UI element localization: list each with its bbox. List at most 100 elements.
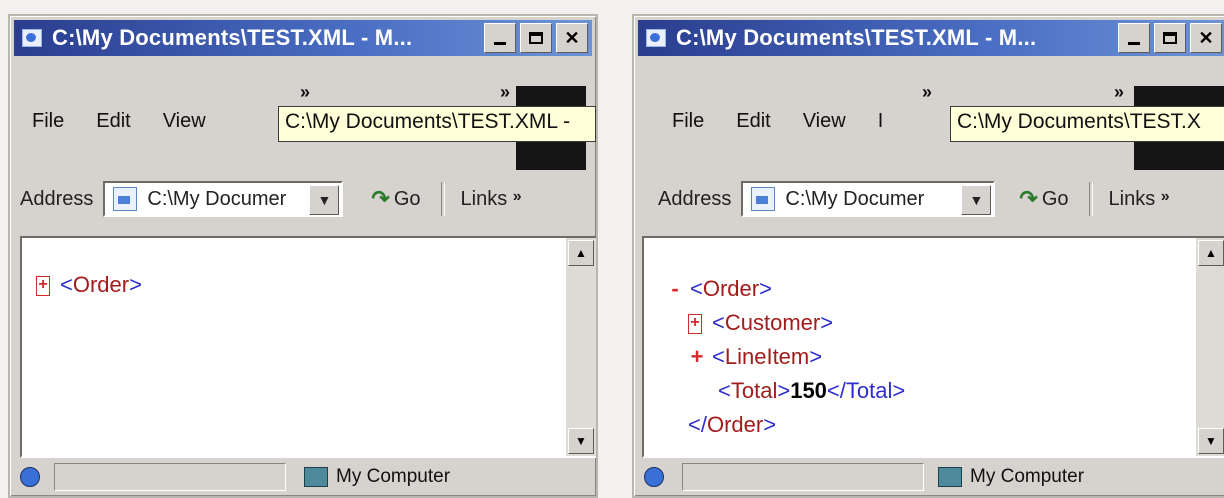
address-value: C:\My Documer: [147, 187, 287, 210]
xml-bracket: </: [688, 412, 707, 437]
menu-file[interactable]: File: [668, 108, 708, 135]
maximize-button[interactable]: [1154, 23, 1186, 53]
xml-row: <Total>150</Total>: [666, 374, 905, 408]
page-icon: [751, 187, 776, 211]
xml-tree: - <Order> + <Customer> + <LineItem> <Total>…: [666, 272, 905, 442]
page-status-icon: [644, 467, 664, 487]
xml-bracket: >: [809, 344, 823, 369]
menu-chevron[interactable]: »: [922, 82, 932, 103]
zone-indicator: My Computer: [304, 466, 450, 488]
xml-row: + <Order>: [36, 268, 142, 302]
toolbar-chevron[interactable]: »: [500, 82, 510, 103]
links-chevron-icon: »: [512, 187, 522, 205]
xml-row: - <Order>: [666, 272, 905, 306]
close-button[interactable]: ✕: [1190, 23, 1222, 53]
xml-content-pane: + <Order> ▲ ▼: [20, 236, 596, 458]
minimize-button[interactable]: [484, 23, 516, 53]
go-label: Go: [1041, 187, 1069, 210]
scroll-down-button[interactable]: ▼: [1198, 428, 1224, 454]
address-label: Address: [20, 187, 94, 210]
maximize-button[interactable]: [520, 23, 552, 53]
address-input[interactable]: C:\My Documer ▼: [103, 181, 344, 217]
address-label: Address: [658, 187, 732, 210]
page-status-icon: [20, 467, 40, 487]
expand-toggle[interactable]: +: [36, 276, 50, 297]
address-bar: Address C:\My Documer ▼ ↷ Go Links »: [658, 176, 1224, 222]
maximize-icon: [1163, 32, 1177, 44]
computer-icon: [938, 467, 962, 487]
xml-tag: Order: [72, 272, 130, 297]
close-button[interactable]: ✕: [556, 23, 588, 53]
go-arrow-icon: ↷: [1019, 186, 1038, 211]
address-dropdown-button[interactable]: ▼: [309, 185, 340, 215]
go-arrow-icon: ↷: [371, 186, 390, 211]
address-input[interactable]: C:\My Documer ▼: [741, 181, 996, 217]
xml-bracket: <: [718, 378, 731, 403]
address-tooltip: C:\My Documents\TEST.X: [950, 106, 1224, 142]
maximize-icon: [529, 32, 543, 44]
xml-value: 150: [790, 378, 827, 403]
arrow-up-icon: ▲: [575, 246, 587, 260]
scroll-up-button[interactable]: ▲: [1198, 240, 1224, 266]
xml-bracket: >: [759, 276, 772, 301]
links-button[interactable]: Links »: [1109, 188, 1170, 211]
page-icon: [113, 187, 138, 211]
xml-content-pane: - <Order> + <Customer> + <LineItem> <Total>…: [642, 236, 1224, 458]
title-bar[interactable]: C:\My Documents\TEST.XML - M... ✕: [638, 20, 1224, 56]
title-bar[interactable]: C:\My Documents\TEST.XML - M... ✕: [14, 20, 592, 56]
xml-tree: + <Order>: [36, 268, 142, 302]
xml-tag: Order: [702, 276, 760, 301]
links-button[interactable]: Links »: [461, 188, 522, 211]
browser-window-left: C:\My Documents\TEST.XML - M... ✕ File E…: [8, 14, 598, 498]
xml-tag: Total: [730, 378, 778, 403]
menu-separator-mark: I: [877, 109, 884, 132]
close-icon: ✕: [1198, 28, 1214, 48]
xml-closing-tag: </Total>: [826, 378, 906, 403]
address-dropdown-button[interactable]: ▼: [961, 185, 992, 215]
expand-toggle[interactable]: +: [688, 314, 702, 335]
xml-bracket: <: [712, 310, 725, 335]
zone-label: My Computer: [970, 466, 1085, 487]
arrow-down-icon: ▼: [575, 434, 587, 448]
arrow-down-icon: ▼: [1205, 434, 1217, 448]
menu-view[interactable]: View: [799, 108, 850, 135]
address-value: C:\My Documer: [785, 187, 925, 210]
status-pane: [54, 463, 286, 491]
xml-bracket: <: [712, 344, 725, 369]
go-button[interactable]: ↷ Go: [1019, 186, 1068, 212]
collapse-toggle[interactable]: -: [666, 272, 684, 306]
expand-toggle[interactable]: +: [688, 340, 706, 374]
menu-file[interactable]: File: [28, 108, 68, 135]
chevron-down-icon: ▼: [317, 192, 332, 208]
menu-chevron[interactable]: »: [300, 82, 310, 103]
links-label: Links: [460, 187, 508, 210]
minimize-icon: [494, 41, 506, 45]
vertical-scrollbar[interactable]: ▲ ▼: [1196, 238, 1224, 456]
xml-bracket: >: [763, 412, 777, 437]
chevron-down-icon: ▼: [969, 192, 984, 208]
scroll-up-button[interactable]: ▲: [568, 240, 594, 266]
xml-tag: LineItem: [724, 344, 810, 369]
vertical-scrollbar[interactable]: ▲ ▼: [566, 238, 596, 456]
links-label: Links: [1108, 187, 1156, 210]
window-title: C:\My Documents\TEST.XML - M...: [52, 25, 413, 50]
toolbar-divider: [440, 182, 445, 216]
menu-view[interactable]: View: [159, 108, 210, 135]
window-controls: ✕: [1118, 23, 1222, 53]
arrow-up-icon: ▲: [1205, 246, 1217, 260]
xml-bracket: <: [60, 272, 73, 297]
address-bar: Address C:\My Documer ▼ ↷ Go Links »: [20, 176, 596, 222]
address-tooltip: C:\My Documents\TEST.XML -: [278, 106, 596, 142]
minimize-button[interactable]: [1118, 23, 1150, 53]
menu-edit[interactable]: Edit: [732, 108, 774, 135]
xml-bracket: >: [777, 378, 791, 403]
scroll-down-button[interactable]: ▼: [568, 428, 594, 454]
computer-icon: [304, 467, 328, 487]
xml-row: + <LineItem>: [666, 340, 905, 374]
toolbar-chevron[interactable]: »: [1114, 82, 1124, 103]
menu-edit[interactable]: Edit: [92, 108, 134, 135]
go-label: Go: [393, 187, 421, 210]
go-button[interactable]: ↷ Go: [371, 186, 420, 212]
xml-bracket: >: [129, 272, 142, 297]
zone-label: My Computer: [336, 466, 451, 487]
